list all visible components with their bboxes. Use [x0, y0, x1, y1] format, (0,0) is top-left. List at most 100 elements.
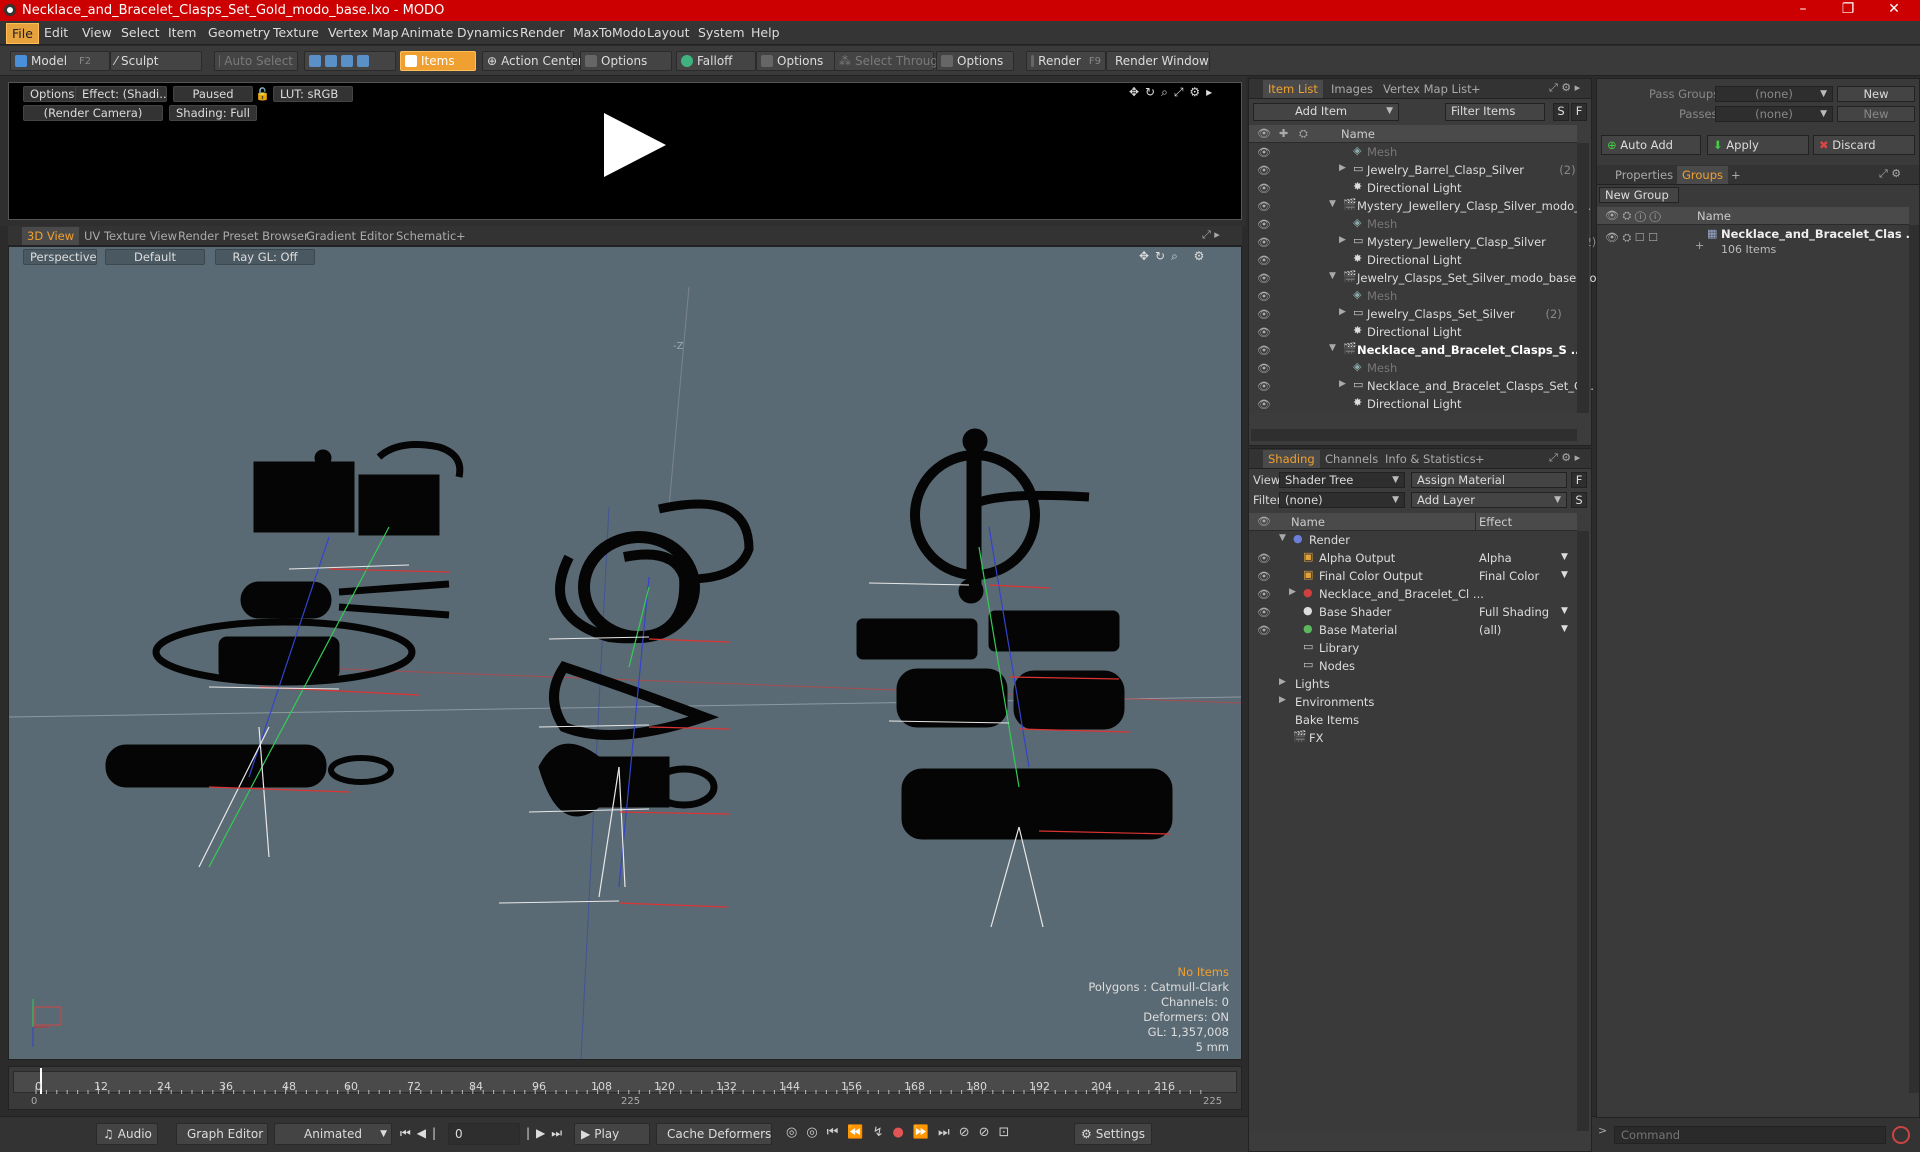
- item-row[interactable]: 👁 ◈ Mesh: [1249, 359, 1577, 377]
- visibility-eye-icon[interactable]: 👁: [1257, 182, 1271, 195]
- discard-button[interactable]: ✖ Discard: [1813, 135, 1915, 155]
- shader-row[interactable]: 👁 ▣ Alpha Output Alpha ▼: [1249, 549, 1577, 567]
- tab-3d-view[interactable]: 3D View: [22, 227, 80, 245]
- visibility-eye-icon[interactable]: 👁: [1257, 552, 1271, 565]
- groups-scrollbar[interactable]: [1909, 225, 1919, 1093]
- visibility-eye-icon[interactable]: 👁: [1257, 570, 1271, 583]
- item-row[interactable]: 👁 ▼ 🎬 Necklace_and_Bracelet_Clasps_S ...: [1249, 341, 1584, 359]
- transport-forward-icons[interactable]: |▶⏭: [526, 1126, 568, 1141]
- shader-row[interactable]: ▭ Nodes: [1249, 657, 1577, 675]
- range-start[interactable]: 0: [31, 1096, 37, 1107]
- shading-f-button[interactable]: F: [1571, 472, 1587, 488]
- lock-icon[interactable]: 🔓: [255, 87, 270, 101]
- shader-row[interactable]: ▼ ● Render: [1249, 531, 1577, 549]
- filter-dropdown[interactable]: (none) ▼: [1279, 492, 1405, 508]
- item-row[interactable]: 👁 ✸ Directional Light: [1249, 179, 1577, 197]
- 3d-viewport[interactable]: Perspective Default Ray GL: Off ✥↻⌕ ⚙ -Z: [8, 246, 1242, 1060]
- model-button[interactable]: Model F2: [10, 51, 110, 71]
- new-pass-group-button[interactable]: New: [1837, 86, 1915, 102]
- name-column-header[interactable]: Name: [1291, 515, 1325, 529]
- tab-render-preset-browser[interactable]: Render Preset Browser: [178, 229, 309, 243]
- menu-maxtomodo[interactable]: MaxToModo: [573, 25, 646, 40]
- polygons-mode-icon[interactable]: [341, 55, 353, 67]
- tab-uv-texture-view[interactable]: UV Texture View: [84, 229, 177, 243]
- new-group-button[interactable]: New Group: [1599, 187, 1679, 203]
- assign-material-button[interactable]: Assign Material: [1411, 472, 1567, 488]
- expand-arrow-icon[interactable]: ▶: [1279, 695, 1286, 705]
- shader-row[interactable]: Bake Items: [1249, 711, 1577, 729]
- chevron-down-icon[interactable]: ▼: [1561, 624, 1568, 634]
- expand-arrow-icon[interactable]: ▶: [1279, 677, 1286, 687]
- shader-row[interactable]: ▶ Environments: [1249, 693, 1577, 711]
- visibility-eye-icon[interactable]: 👁: [1257, 164, 1271, 177]
- timeline-ruler[interactable]: [13, 1068, 1237, 1094]
- apply-button[interactable]: ⬇ Apply: [1707, 135, 1809, 155]
- visibility-eye-icon[interactable]: 👁: [1257, 380, 1271, 393]
- tab-info-statistics[interactable]: Info & Statistics: [1385, 452, 1476, 466]
- expand-arrow-icon[interactable]: ▶: [1289, 587, 1296, 597]
- materials-mode-icon[interactable]: [357, 55, 369, 67]
- visibility-eye-icon[interactable]: 👁: [1257, 588, 1271, 601]
- visibility-eye-icon[interactable]: 👁: [1257, 606, 1271, 619]
- panel-settings-icon[interactable]: ⤢ ⚙ ▸: [1549, 81, 1580, 95]
- menu-item[interactable]: Item: [168, 25, 196, 40]
- group-visibility-icon[interactable]: 👁 ⛭ ☐ ☐: [1605, 231, 1658, 245]
- auto-select-button[interactable]: Auto Select: [214, 51, 298, 71]
- render-window-button[interactable]: Render Window: [1106, 51, 1210, 71]
- item-row[interactable]: 👁 ✸ Directional Light: [1249, 251, 1577, 269]
- shader-row[interactable]: 👁 ▶ ● Necklace_and_Bracelet_Cl ...: [1249, 585, 1577, 603]
- visibility-eye-icon[interactable]: 👁: [1257, 290, 1271, 303]
- tab-properties[interactable]: Properties: [1615, 168, 1673, 182]
- shading-dropdown[interactable]: Shading: Full: [169, 105, 257, 121]
- collapse-arrow-icon[interactable]: ▼: [1329, 199, 1336, 209]
- visibility-eye-icon[interactable]: 👁: [1257, 344, 1271, 357]
- play-button[interactable]: ▶ Play: [574, 1123, 650, 1145]
- shader-row[interactable]: 👁 ● Base Material (all) ▼: [1249, 621, 1577, 639]
- tab-images[interactable]: Images: [1331, 82, 1373, 96]
- tab-shading[interactable]: Shading: [1263, 450, 1320, 468]
- frame-input[interactable]: 0: [448, 1123, 520, 1145]
- add-tab-button[interactable]: +: [1475, 452, 1485, 466]
- menu-texture[interactable]: Texture: [273, 25, 319, 40]
- preview-nav-icons[interactable]: ✥↻⌕⤢⚙▸: [1129, 85, 1218, 100]
- item-row[interactable]: 👁 ▶ ▭ Necklace_and_Bracelet_Clasps_Set_G...: [1249, 377, 1594, 395]
- item-row[interactable]: 👁 ✸ Directional Light: [1249, 323, 1577, 341]
- shader-row[interactable]: ▭ Library: [1249, 639, 1577, 657]
- edges-mode-icon[interactable]: [325, 55, 337, 67]
- add-tab-button[interactable]: +: [1471, 82, 1481, 96]
- item-list-scrollbar[interactable]: [1577, 143, 1589, 413]
- visibility-eye-icon[interactable]: 👁: [1257, 254, 1271, 267]
- name-column-header[interactable]: Name: [1697, 209, 1731, 223]
- shader-effect-value[interactable]: Final Color: [1479, 569, 1539, 583]
- action-center-options-button[interactable]: Options: [580, 51, 672, 71]
- timeline[interactable]: 0 12 24 36 48 60 72 84 96 108 120 132 14…: [8, 1066, 1242, 1110]
- visibility-eye-icon[interactable]: 👁: [1257, 326, 1271, 339]
- chevron-down-icon[interactable]: ▼: [1561, 552, 1568, 562]
- collapse-arrow-icon[interactable]: ▼: [1279, 533, 1286, 543]
- auto-add-button[interactable]: ⊕ Auto Add: [1601, 135, 1701, 155]
- filter-f-button[interactable]: F: [1571, 103, 1587, 121]
- key-tools-icons[interactable]: ◎◎⏮⏪↯●⏩⏭⊘⊘⊡: [786, 1125, 1018, 1140]
- graph-editor-button[interactable]: Graph Editor: [176, 1123, 268, 1145]
- add-tab-button[interactable]: +: [456, 229, 466, 243]
- animated-dropdown[interactable]: Animated ▼: [274, 1123, 392, 1145]
- shader-row[interactable]: 🎬 FX: [1249, 729, 1577, 747]
- item-row[interactable]: 👁 ▼ 🎬 Mystery_Jewellery_Clasp_Silver_modo_.…: [1249, 197, 1591, 215]
- shader-tree-scrollbar[interactable]: [1577, 531, 1589, 1131]
- panel-settings-icon[interactable]: ⤢ ⚙: [1879, 167, 1901, 181]
- item-row[interactable]: 👁 ◈ Mesh: [1249, 143, 1577, 161]
- preview-effect-dropdown[interactable]: Effect: (Shadi...: [75, 86, 167, 102]
- add-layer-dropdown[interactable]: Add Layer ▼: [1411, 492, 1567, 508]
- shading-s-button[interactable]: S: [1571, 492, 1587, 508]
- menu-vertex-map[interactable]: Vertex Map: [328, 25, 399, 40]
- action-center-button[interactable]: ⊕ Action Center: [482, 51, 583, 71]
- settings-button[interactable]: ⚙ Settings: [1074, 1123, 1152, 1145]
- shader-row[interactable]: ▶ Lights: [1249, 675, 1577, 693]
- menu-view[interactable]: View: [82, 25, 112, 40]
- name-column-header[interactable]: Name: [1341, 127, 1375, 141]
- item-list-hscrollbar[interactable]: [1251, 429, 1577, 441]
- collapse-arrow-icon[interactable]: ▼: [1329, 343, 1336, 353]
- add-item-dropdown[interactable]: Add Item ▼: [1253, 103, 1399, 121]
- chevron-down-icon[interactable]: ▼: [1561, 570, 1568, 580]
- item-row[interactable]: 👁 ◈ Mesh: [1249, 287, 1577, 305]
